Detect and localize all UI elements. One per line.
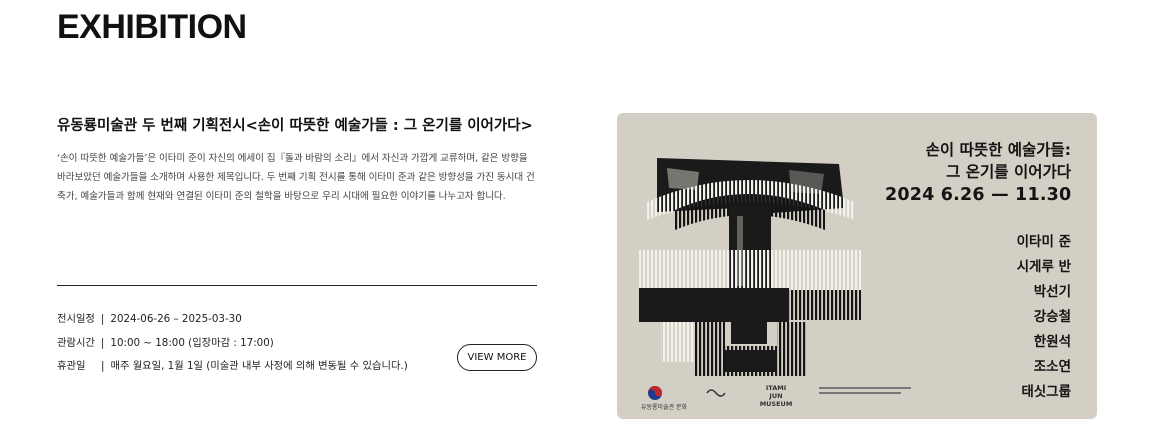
info-hours: 관람시간 | 10:00 ~ 18:00 (입장마감 : 17:00) [57, 334, 274, 349]
view-more-button[interactable]: VIEW MORE [457, 344, 537, 371]
logo-text-1: 유동룡미술관 문화 [641, 404, 688, 411]
logo-text-2: ITAMI JUN MUSEUM [759, 384, 793, 408]
wave-logo-icon [706, 389, 726, 397]
poster-title-line1: 손이 따뜻한 예술가들: [925, 141, 1071, 159]
period-value: 2024-06-26 – 2025-03-30 [110, 313, 242, 325]
artist-item: 이타미 준 [1016, 234, 1071, 250]
hours-label: 관람시간 [57, 337, 95, 349]
poster-graphic [639, 158, 861, 376]
exhibition-description: ‘손이 따뜻한 예술가들’은 이타미 준이 자신의 에세이 집『돌과 바람의 소… [57, 153, 535, 202]
exhibition-poster[interactable]: 손이 따뜻한 예술가들: 그 온기를 이어가다 2024 6.26 — 11.3… [617, 113, 1097, 419]
divider [57, 285, 537, 286]
info-period: 전시일정 | 2024-06-26 – 2025-03-30 [57, 310, 242, 325]
closed-value: 매주 월요일, 1월 1일 (미술관 내부 사정에 의해 변동될 수 있습니다.… [110, 360, 408, 372]
period-label: 전시일정 [57, 313, 95, 325]
artist-item: 조소연 [1033, 359, 1071, 375]
taegeuk-logo-icon [648, 386, 662, 400]
poster-title: 손이 따뜻한 예술가들: 그 온기를 이어가다 [926, 139, 1071, 183]
poster-logos: 유동룡미술관 문화 ITAMI JUN MUSEUM [639, 381, 979, 411]
artist-item: 시게루 반 [1016, 259, 1071, 275]
section-title: EXHIBITION [57, 8, 247, 46]
hours-value: 10:00 ~ 18:00 (입장마감 : 17:00) [110, 337, 274, 349]
artist-item: 강승철 [1033, 309, 1071, 325]
poster-dates: 2024 6.26 — 11.30 [885, 185, 1072, 205]
closed-label: 휴관일 [57, 360, 86, 372]
artist-item: 한원석 [1033, 334, 1071, 350]
poster-title-line2: 그 온기를 이어가다 [946, 163, 1071, 181]
exhibition-title[interactable]: 유동룡미술관 두 번째 기획전시<손이 따뜻한 예술가들 : 그 온기를 이어가… [57, 114, 547, 135]
artist-item: 태싯그룹 [1021, 384, 1071, 400]
poster-artists: 이타미 준 시게루 반 박선기 강승철 한원석 조소연 태싯그룹 [1017, 230, 1071, 405]
artist-item: 박선기 [1033, 284, 1071, 300]
info-closed: 휴관일 | 매주 월요일, 1월 1일 (미술관 내부 사정에 의해 변동될 수 있… [57, 357, 408, 372]
